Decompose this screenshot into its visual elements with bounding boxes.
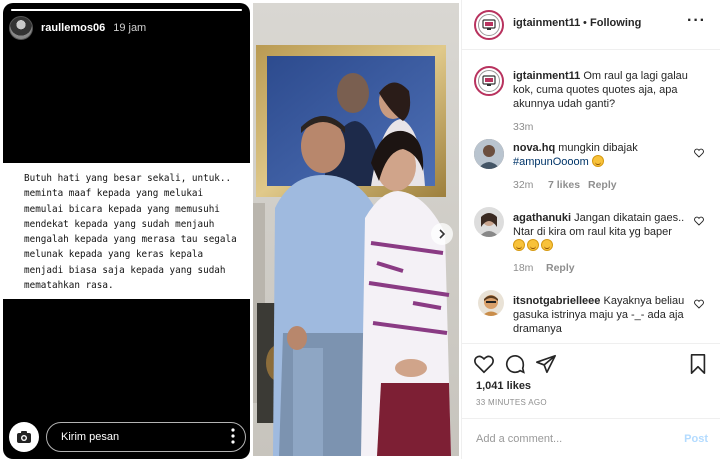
post-actions <box>462 343 720 383</box>
quote-line: meminta maaf kepada yang melukai <box>24 188 204 200</box>
story-time: 19 jam <box>113 22 147 34</box>
story-reply-bar: Kirim pesan <box>3 417 250 459</box>
comment-hashtag[interactable]: #ampunOooom <box>513 156 589 168</box>
story-header: raullemos06 19 jam <box>9 16 146 40</box>
story-screenshot: raullemos06 19 jam Butuh hati yang besar… <box>0 0 250 459</box>
comment-time[interactable]: 18m <box>513 262 533 274</box>
bookmark-icon[interactable] <box>687 353 709 375</box>
more-vertical-icon[interactable] <box>226 425 240 447</box>
reply-button[interactable]: Reply <box>588 179 617 191</box>
story-view: raullemos06 19 jam Butuh hati yang besar… <box>3 3 250 459</box>
post-header: igtainment11 • Following ··· <box>462 0 720 50</box>
post-image <box>253 3 459 456</box>
laughing-emoji-icon <box>591 155 604 167</box>
quote-line: mematahkan rasa. <box>24 280 114 292</box>
add-comment-input[interactable]: Add a comment... <box>476 433 562 445</box>
send-message-input[interactable]: Kirim pesan <box>46 422 246 452</box>
comment-item: nova.hq mungkin dibajak #ampunOooom <box>513 141 693 169</box>
more-options-icon[interactable]: ··· <box>687 12 706 30</box>
comment-item: itsnotgabrielleee Kayaknya beliau gasuka… <box>513 294 698 336</box>
following-button[interactable]: Following <box>590 17 641 29</box>
commenter-avatar[interactable] <box>478 290 504 316</box>
share-icon[interactable] <box>535 353 557 375</box>
account-avatar[interactable] <box>474 10 504 40</box>
sad-emoji-icon <box>541 239 553 251</box>
post-username[interactable]: igtainment11 <box>513 17 580 29</box>
comment-icon[interactable] <box>504 353 526 375</box>
next-photo-button[interactable] <box>431 223 453 245</box>
post-details-panel: igtainment11 • Following ··· igtainment1… <box>461 0 720 459</box>
add-comment-bar: Add a comment... Post <box>462 418 720 459</box>
post-comment-button[interactable]: Post <box>684 433 708 445</box>
camera-button[interactable] <box>9 422 39 452</box>
story-username[interactable]: raullemos06 <box>41 22 105 34</box>
comment-username[interactable]: agathanuki <box>513 212 571 224</box>
like-count[interactable]: 1,041 likes <box>476 380 531 392</box>
commenter-avatar[interactable] <box>474 139 504 169</box>
heart-icon[interactable] <box>473 353 495 375</box>
comment-time[interactable]: 32m <box>513 179 533 191</box>
story-progress-fill <box>11 9 242 11</box>
couple-photo <box>253 3 459 456</box>
quote-line: menjadi biasa saja kepada yang sudah <box>24 264 226 276</box>
brand-logo-icon <box>478 14 500 36</box>
post-caption: igtainment11 Om raul ga lagi galau kok, … <box>513 69 703 111</box>
sad-emoji-icon <box>527 239 539 251</box>
heart-icon[interactable] <box>694 299 704 309</box>
comment-item: agathanuki Jangan dikatain gaes.. Ntar d… <box>513 211 693 253</box>
sad-emoji-icon <box>513 239 525 251</box>
story-progress-bar <box>11 9 242 11</box>
post-timestamp[interactable]: 33 MINUTES AGO <box>476 398 547 407</box>
post-photo <box>253 0 461 459</box>
comment-username[interactable]: itsnotgabrielleee <box>513 295 600 307</box>
caption-time[interactable]: 33m <box>513 121 533 133</box>
brand-logo-icon <box>478 70 500 92</box>
quote-line: mengalah kepada yang merasa tau segala <box>24 234 237 246</box>
chevron-right-icon <box>439 229 446 239</box>
comment-text: mungkin dibajak <box>558 142 638 154</box>
comment-likes[interactable]: 7 likes <box>548 179 580 191</box>
reply-button[interactable]: Reply <box>546 262 575 274</box>
quote-line: melunak kepada yang keras kepala <box>24 249 204 261</box>
caption-username[interactable]: igtainment11 <box>513 70 580 82</box>
heart-icon[interactable] <box>694 216 704 226</box>
comment-username[interactable]: nova.hq <box>513 142 555 154</box>
story-avatar[interactable] <box>9 16 33 40</box>
quote-line: Butuh hati yang besar sekali, untuk.. <box>24 173 232 184</box>
separator-dot: • <box>583 17 587 29</box>
heart-icon[interactable] <box>694 148 704 158</box>
caption-avatar[interactable] <box>474 66 504 96</box>
quote-line: mendekat kepada yang sudah menjauh <box>24 218 215 230</box>
story-quote-text: Butuh hati yang besar sekali, untuk.. me… <box>3 163 250 299</box>
quote-line: memulai bicara kepada yang memusuhi <box>24 203 220 215</box>
commenter-avatar[interactable] <box>474 207 504 237</box>
camera-icon <box>17 431 31 443</box>
